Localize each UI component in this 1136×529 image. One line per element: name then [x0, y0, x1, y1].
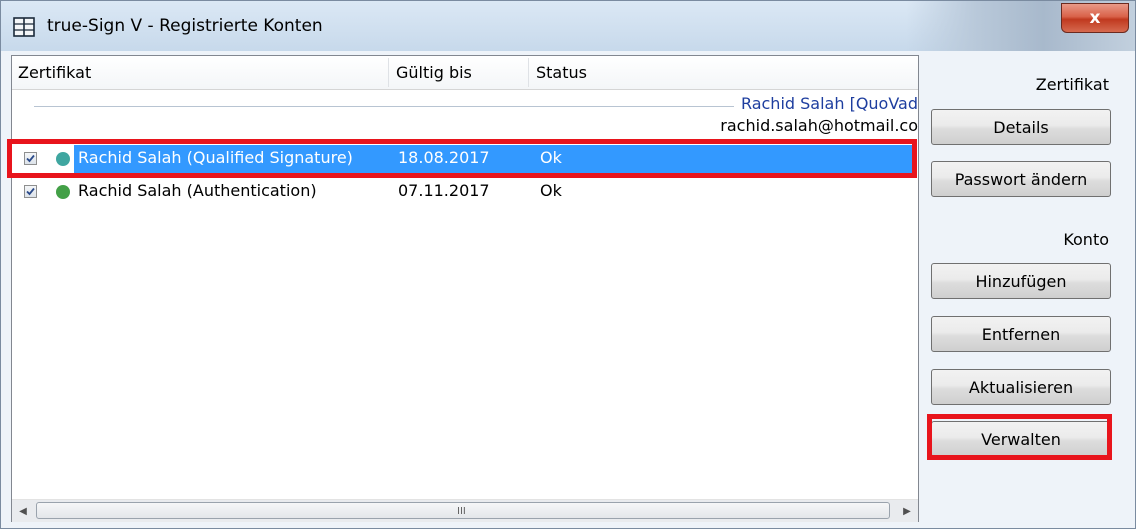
- column-header-label: Zertifikat: [18, 63, 92, 82]
- status-value: Ok: [540, 181, 562, 200]
- scroll-right-button[interactable]: ▶: [896, 500, 918, 522]
- details-button[interactable]: Details: [931, 109, 1111, 145]
- column-header-valid-until[interactable]: Gültig bis: [390, 56, 528, 89]
- status-dot-icon: [56, 185, 70, 199]
- arrow-left-icon: ◀: [19, 505, 27, 517]
- group-account-name: Rachid Salah [QuoVad: [740, 94, 918, 113]
- close-icon: x: [1089, 8, 1101, 28]
- section-label-certificate: Zertifikat: [1035, 75, 1109, 94]
- column-header-certificate[interactable]: Zertifikat: [12, 56, 388, 89]
- column-divider[interactable]: [528, 58, 529, 87]
- certificate-list[interactable]: Zertifikat Gültig bis Status Rachid Sala…: [11, 55, 919, 522]
- section-label-account: Konto: [1063, 230, 1109, 249]
- annotation-highlight-manage: [927, 414, 1112, 460]
- certificate-name: Rachid Salah (Authentication): [78, 181, 317, 200]
- checkmark-icon: [26, 187, 35, 196]
- add-account-button[interactable]: Hinzufügen: [931, 263, 1111, 299]
- column-header-label: Gültig bis: [396, 63, 472, 82]
- update-account-button[interactable]: Aktualisieren: [931, 369, 1111, 405]
- title-bar[interactable]: true-Sign V - Registrierte Konten x: [1, 1, 1135, 51]
- scroll-thumb[interactable]: III: [36, 502, 890, 519]
- list-header: Zertifikat Gültig bis Status: [12, 56, 918, 90]
- column-divider[interactable]: [388, 58, 389, 87]
- close-button[interactable]: x: [1061, 3, 1129, 33]
- window-title: true-Sign V - Registrierte Konten: [47, 16, 323, 36]
- scroll-left-button[interactable]: ◀: [12, 500, 34, 522]
- column-header-status[interactable]: Status: [530, 56, 730, 89]
- app-window-icon: [13, 17, 35, 37]
- remove-account-button[interactable]: Entfernen: [931, 316, 1111, 352]
- grip-icon: III: [457, 506, 466, 517]
- change-password-button[interactable]: Passwort ändern: [931, 161, 1111, 197]
- valid-until-value: 07.11.2017: [398, 181, 490, 200]
- group-account-email: rachid.salah@hotmail.co: [720, 116, 918, 135]
- registered-accounts-window: true-Sign V - Registrierte Konten x Zert…: [0, 0, 1136, 529]
- row-checkbox[interactable]: [24, 185, 37, 198]
- annotation-highlight-row: [7, 139, 917, 178]
- horizontal-scrollbar[interactable]: ◀ III ▶: [12, 499, 918, 522]
- table-row[interactable]: Rachid Salah (Authentication) 07.11.2017…: [12, 177, 918, 207]
- column-header-label: Status: [536, 63, 587, 82]
- arrow-right-icon: ▶: [903, 505, 911, 517]
